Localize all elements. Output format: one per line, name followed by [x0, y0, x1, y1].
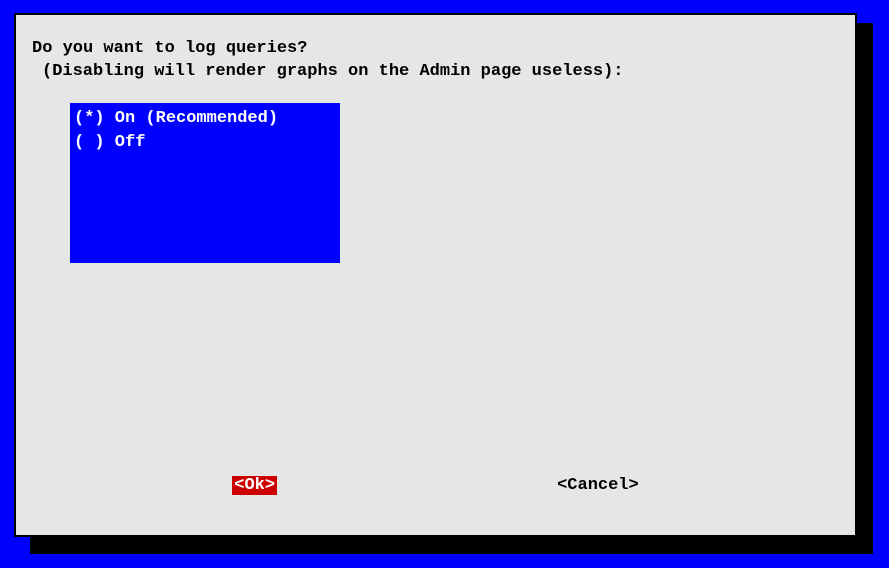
dialog-box: Do you want to log queries? (Disabling w… — [14, 13, 857, 537]
prompt-text-line1: Do you want to log queries? — [32, 39, 839, 58]
prompt-text-line2: (Disabling will render graphs on the Adm… — [42, 62, 839, 81]
radio-options-list: (*) On (Recommended) ( ) Off — [70, 103, 340, 263]
dialog-content: Do you want to log queries? (Disabling w… — [16, 15, 855, 279]
dialog-buttons: <Ok> <Cancel> — [16, 476, 855, 495]
option-on[interactable]: (*) On (Recommended) — [74, 107, 336, 131]
option-off[interactable]: ( ) Off — [74, 131, 336, 155]
cancel-button[interactable]: <Cancel> — [557, 476, 639, 495]
ok-button[interactable]: <Ok> — [232, 476, 277, 495]
